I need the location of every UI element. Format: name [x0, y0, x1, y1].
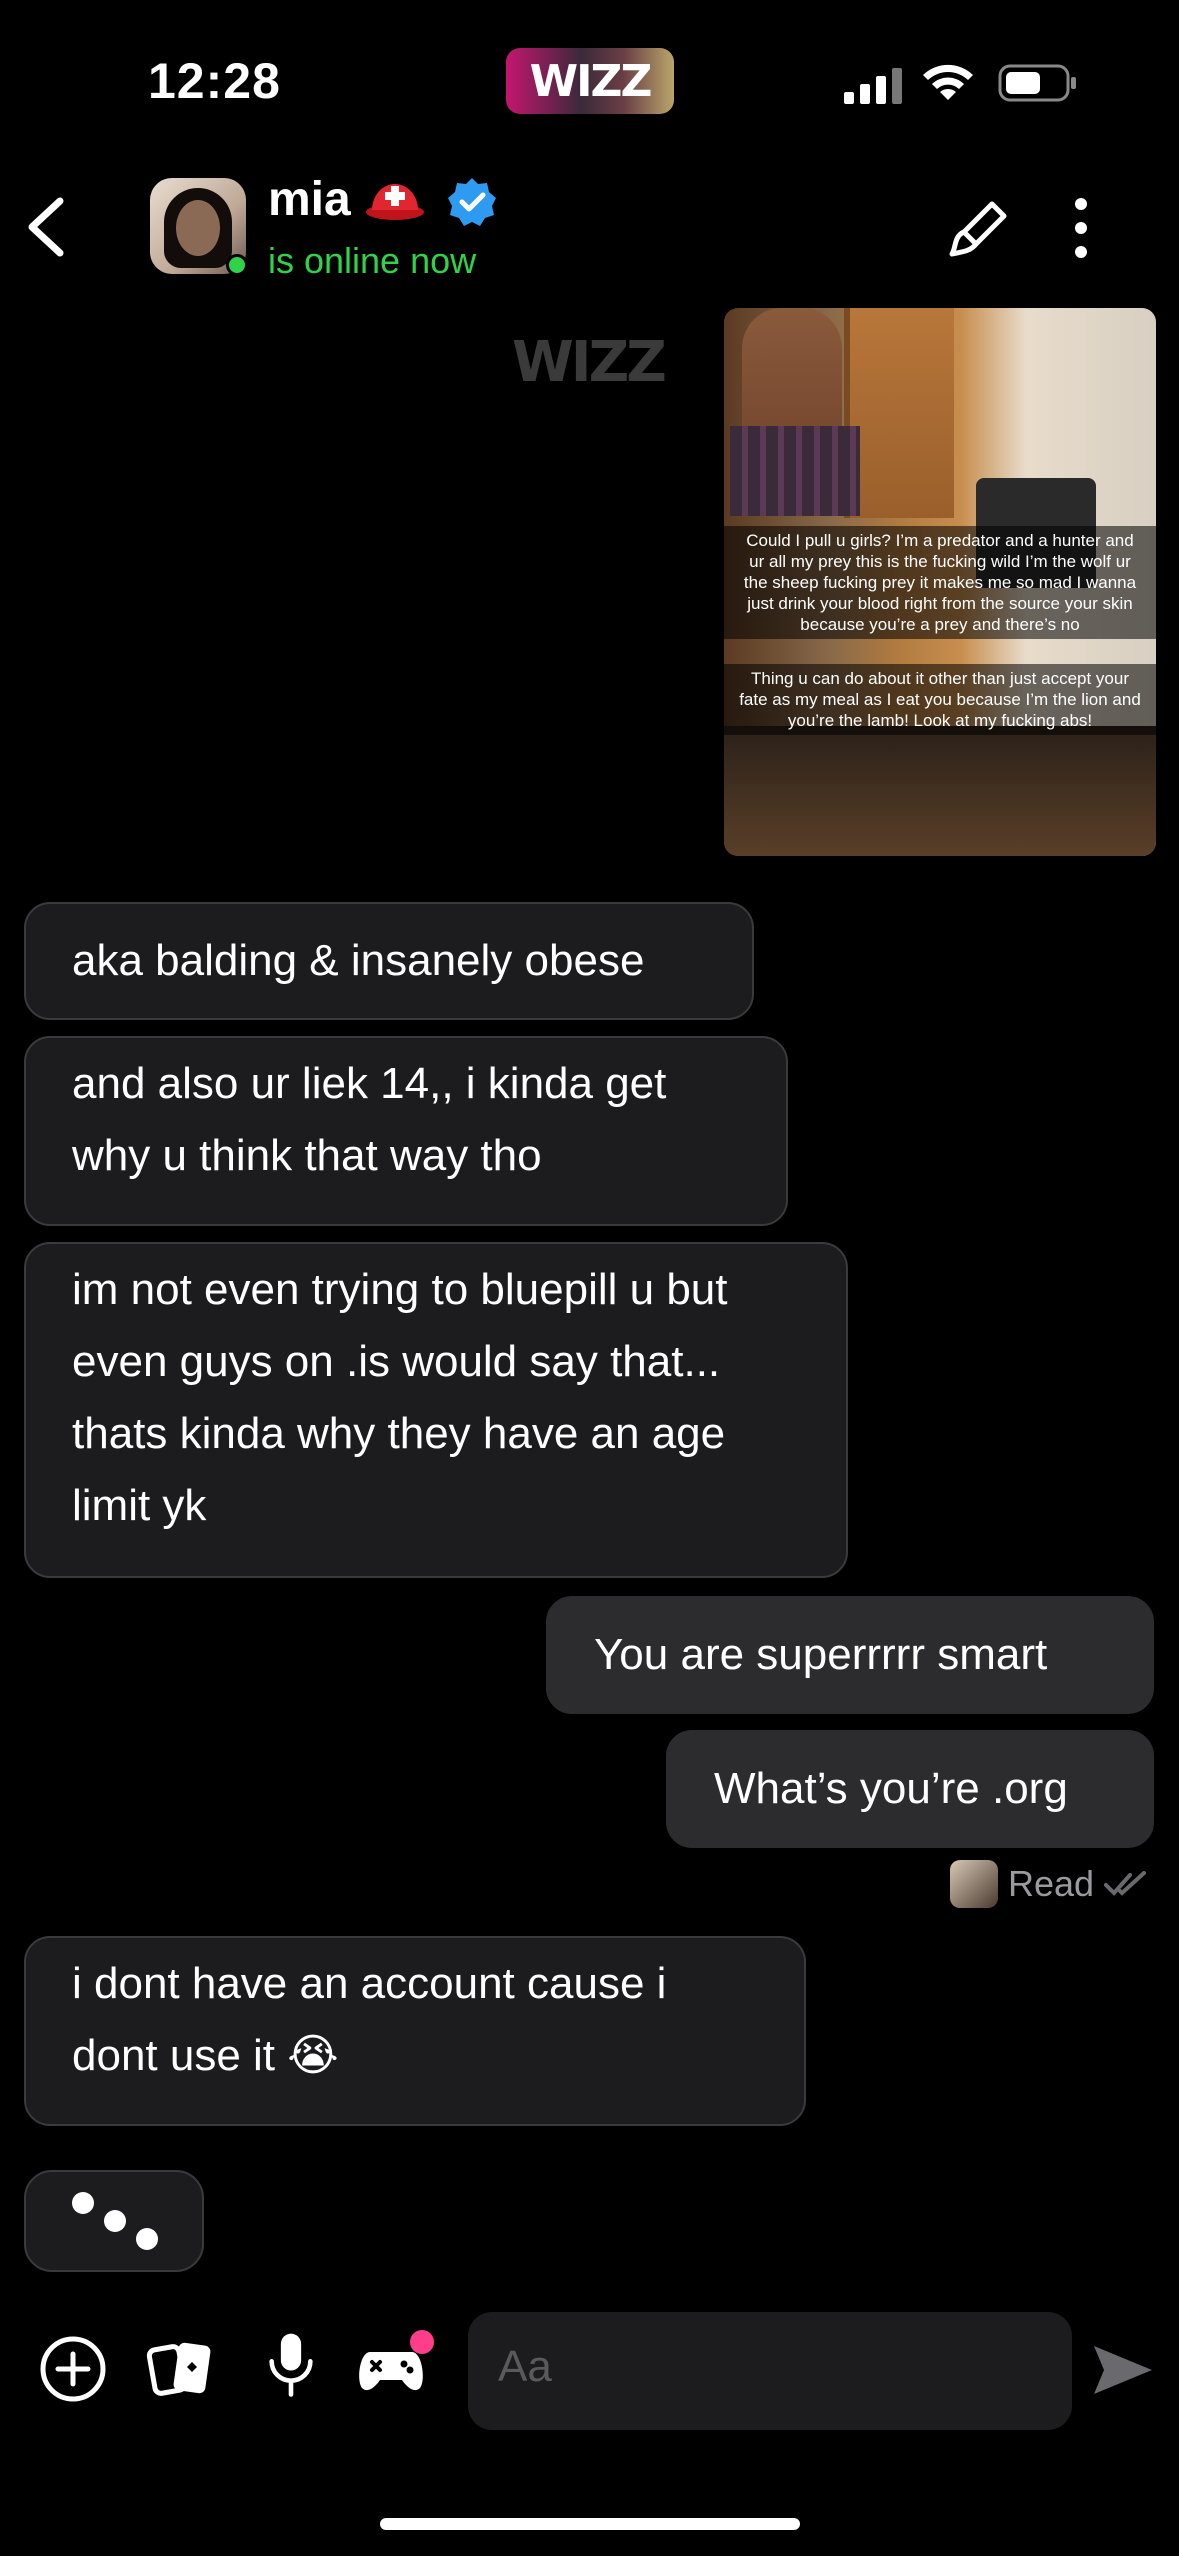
contact-name[interactable]: mia: [268, 172, 351, 227]
read-label: Read: [1008, 1863, 1095, 1904]
back-icon[interactable]: [22, 195, 72, 259]
photo-caption-2: Thing u can do about it other than just …: [724, 664, 1156, 735]
add-icon[interactable]: [38, 2334, 108, 2404]
message-bubble-received[interactable]: im not even trying to bluepill u but eve…: [24, 1242, 848, 1578]
online-status: is online now: [268, 240, 477, 281]
brush-icon[interactable]: [948, 196, 1012, 260]
signal-icon: [844, 64, 902, 104]
typing-indicator: [24, 2170, 204, 2272]
message-bubble-sent[interactable]: What’s you’re .org: [666, 1730, 1154, 1848]
notification-dot: [410, 2330, 434, 2354]
message-bubble-received[interactable]: aka balding & insanely obese: [24, 902, 754, 1020]
battery-icon: [998, 64, 1076, 102]
message-input-box[interactable]: [468, 2312, 1072, 2430]
microphone-icon[interactable]: [256, 2330, 326, 2400]
red-cross-badge-icon: [366, 184, 424, 220]
message-bubble-sent[interactable]: You are superrrrr smart: [546, 1596, 1154, 1714]
wizz-watermark: WIZZ: [512, 330, 667, 395]
wifi-icon: [923, 64, 973, 100]
photo-message[interactable]: Could I pull u girls? I’m a predator and…: [724, 308, 1156, 856]
cards-icon[interactable]: [146, 2334, 216, 2404]
photo-caption-1: Could I pull u girls? I’m a predator and…: [724, 526, 1156, 639]
message-bubble-received[interactable]: i dont have an account cause i dont use …: [24, 1936, 806, 2126]
online-indicator: [226, 254, 248, 276]
more-icon[interactable]: [1066, 196, 1096, 260]
status-time: 12:28: [148, 53, 281, 109]
read-receipt: Read: [950, 1860, 1148, 1908]
home-indicator[interactable]: [380, 2518, 800, 2530]
double-check-icon: [1104, 1871, 1147, 1896]
message-input[interactable]: [498, 2342, 1042, 2392]
read-avatar: [950, 1860, 998, 1908]
message-bubble-received[interactable]: and also ur liek 14,, i kinda get why u …: [24, 1036, 788, 1226]
send-icon[interactable]: [1090, 2340, 1156, 2400]
verified-icon: [448, 178, 496, 226]
wizz-app-badge[interactable]: WIZZ: [506, 48, 674, 114]
